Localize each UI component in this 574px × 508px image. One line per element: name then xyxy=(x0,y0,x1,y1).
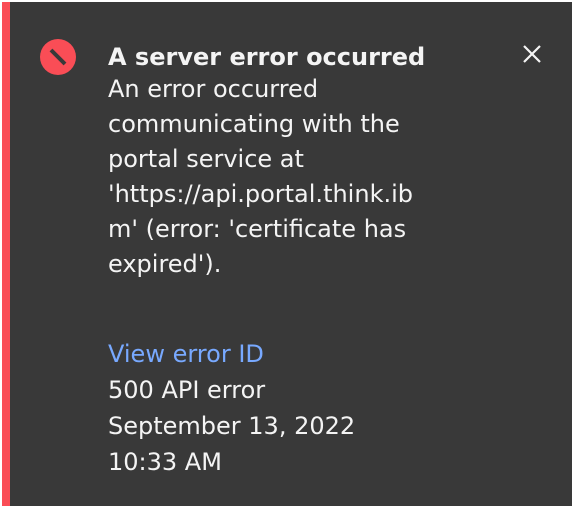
notification-title: A server error occurred xyxy=(108,43,426,71)
notification-subtitle: An error occurred communicating with the… xyxy=(108,72,468,282)
error-details: 500 API error September 13, 2022 10:33 A… xyxy=(108,372,468,480)
error-notification: A server error occurred An error occurre… xyxy=(2,2,572,506)
subtitle-line: 'https://api.portal.think.ib xyxy=(108,180,413,208)
subtitle-line: expired'). xyxy=(108,250,222,278)
subtitle-line: An error occurred xyxy=(108,75,319,103)
error-circle-icon xyxy=(40,39,76,75)
subtitle-line: communicating with the xyxy=(108,110,400,138)
error-date: September 13, 2022 xyxy=(108,412,356,440)
close-icon xyxy=(516,38,548,70)
view-error-id-link[interactable]: View error ID xyxy=(108,336,468,372)
subtitle-line: m' (error: 'certificate has xyxy=(108,215,407,243)
subtitle-line: portal service at xyxy=(108,145,304,173)
close-button[interactable] xyxy=(516,38,548,70)
error-time: 10:33 AM xyxy=(108,448,222,476)
error-code: 500 API error xyxy=(108,376,266,404)
notification-content: A server error occurred An error occurre… xyxy=(108,42,468,480)
